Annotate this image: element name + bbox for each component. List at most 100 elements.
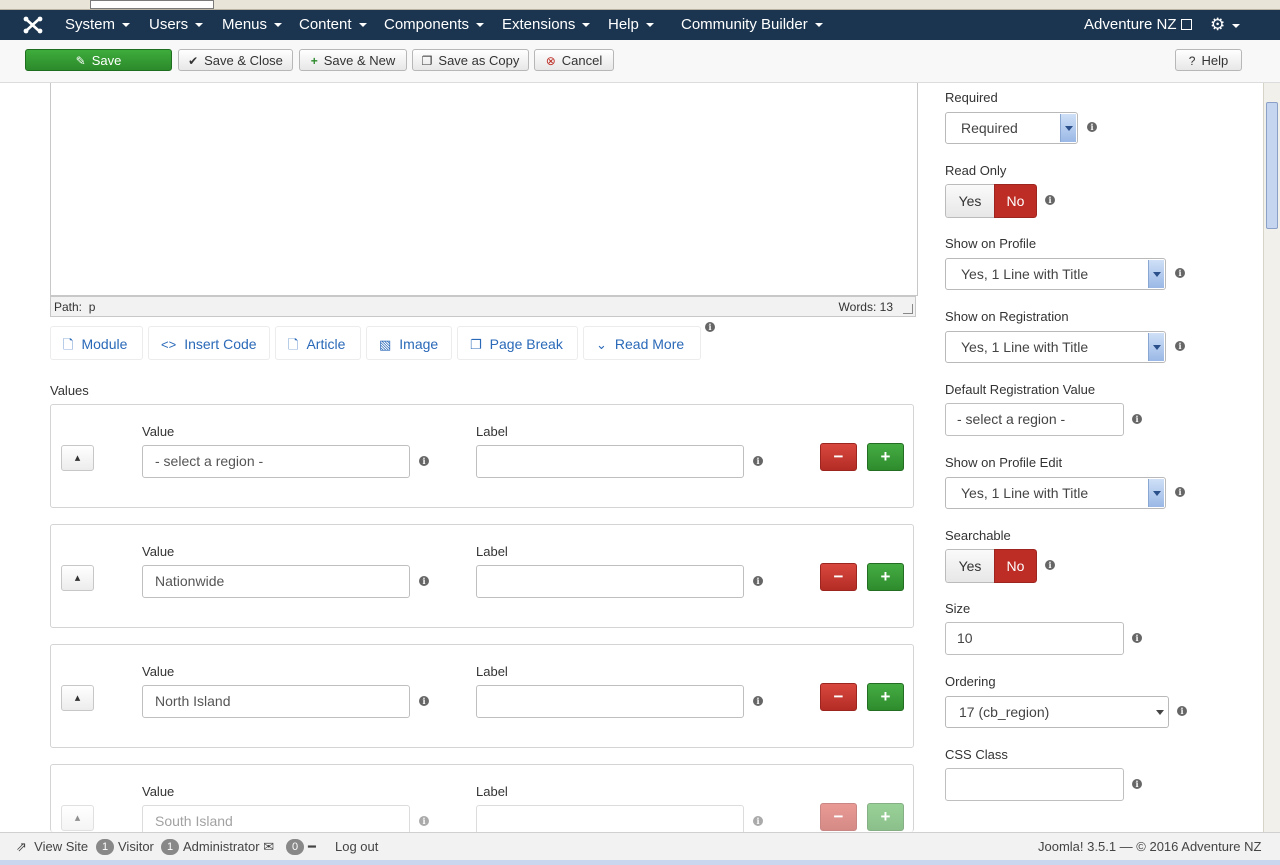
read-only-no-button[interactable]: No [994,184,1037,218]
minus-icon: − [833,687,844,706]
searchable-yes-button[interactable]: Yes [945,549,994,583]
help-button[interactable]: ? Help [1175,49,1242,71]
messages-indicator[interactable]: 0 ━ [286,833,316,861]
nav-settings[interactable]: ⚙ [1210,10,1241,40]
question-icon: ? [1188,54,1196,68]
info-icon[interactable]: i [1177,706,1187,716]
add-row-button[interactable]: + [867,803,904,831]
show-on-profile-select[interactable]: Yes, 1 Line with Title [945,258,1166,290]
nav-community-builder[interactable]: Community Builder [681,10,823,40]
nav-extensions[interactable]: Extensions [502,10,591,40]
drag-handle-icon[interactable]: ▴ [61,805,94,831]
ordering-select[interactable]: 17 (cb_region) [945,696,1169,728]
remove-row-button[interactable]: − [820,443,857,471]
searchable-no-button[interactable]: No [994,549,1037,583]
image-button[interactable]: ▧ Image [366,326,452,360]
nav-users[interactable]: Users [149,10,204,40]
info-icon[interactable]: i [705,322,715,332]
value-row: ▴ Value North Island i Label i − + [50,644,914,748]
info-icon[interactable]: i [753,816,763,826]
save-new-button[interactable]: + Save & New [299,49,407,71]
remove-row-button[interactable]: − [820,803,857,831]
nav-system-label: System [65,16,116,33]
article-button[interactable]: 🗋 Article [275,326,361,360]
info-icon[interactable]: i [1175,487,1185,497]
add-row-button[interactable]: + [867,443,904,471]
info-icon[interactable]: i [753,456,763,466]
info-icon[interactable]: i [1132,633,1142,643]
value-input[interactable]: South Island [142,805,410,832]
read-more-button[interactable]: ⌄ Read More [583,326,701,360]
css-class-input[interactable] [945,768,1124,801]
visitors-indicator: 1 Visitor [96,833,154,861]
info-icon[interactable]: i [1045,195,1055,205]
messages-count-badge: 0 [286,838,304,855]
save-copy-button[interactable]: ❐ Save as Copy [412,49,529,71]
nav-extensions-label: Extensions [502,16,576,33]
cancel-button[interactable]: ⊗ Cancel [534,49,614,71]
editor-path: Path: p [54,297,95,318]
remove-row-button[interactable]: − [820,683,857,711]
info-icon[interactable]: i [753,576,763,586]
show-on-profile-label: Show on Profile [945,236,1037,251]
info-icon[interactable]: i [753,696,763,706]
drag-handle-icon[interactable]: ▴ [61,565,94,591]
browser-bookmarks-sliver [0,0,1280,10]
add-row-button[interactable]: + [867,683,904,711]
nav-help[interactable]: Help [608,10,654,40]
info-icon[interactable]: i [419,696,429,706]
show-on-profile-edit-select[interactable]: Yes, 1 Line with Title [945,477,1166,509]
page-break-button[interactable]: ❐ Page Break [457,326,578,360]
horizontal-scrollbar[interactable] [0,860,1280,865]
label-input[interactable] [476,685,744,718]
save-copy-label: Save as Copy [438,53,520,68]
nav-system[interactable]: System [65,10,131,40]
info-icon[interactable]: i [419,456,429,466]
value-field-label: Value [142,664,175,679]
joomla-logo-icon[interactable] [22,15,44,35]
module-button[interactable]: 🗋 Module [50,326,143,360]
size-input[interactable]: 10 [945,622,1124,655]
view-site-link[interactable]: ⇗ View Site [16,833,88,861]
value-input[interactable]: Nationwide [142,565,410,598]
plus-icon: + [880,807,891,826]
info-icon[interactable]: i [419,576,429,586]
required-select[interactable]: Required [945,112,1078,144]
info-icon[interactable]: i [1175,341,1185,351]
drag-handle-icon[interactable]: ▴ [61,445,94,471]
read-only-yes-button[interactable]: Yes [945,184,994,218]
nav-site-link[interactable]: Adventure NZ [1084,10,1192,40]
save-close-button[interactable]: ✔ Save & Close [178,49,293,71]
nav-components[interactable]: Components [384,10,485,40]
read-only-toggle: Yes No [945,184,1037,218]
label-input[interactable] [476,805,744,832]
resize-grip-icon[interactable] [903,304,913,314]
info-icon[interactable]: i [1045,560,1055,570]
scrollbar-thumb[interactable] [1266,102,1278,229]
info-icon[interactable]: i [1132,414,1142,424]
logout-link[interactable]: Log out [335,833,378,861]
add-row-button[interactable]: + [867,563,904,591]
insert-code-button[interactable]: <> Insert Code [148,326,270,360]
label-input[interactable] [476,565,744,598]
info-icon[interactable]: i [419,816,429,826]
info-icon[interactable]: i [1132,779,1142,789]
nav-content[interactable]: Content [299,10,367,40]
show-on-registration-select[interactable]: Yes, 1 Line with Title [945,331,1166,363]
minus-icon: − [833,567,844,586]
drag-handle-icon[interactable]: ▴ [61,685,94,711]
editor-content-area[interactable] [50,83,918,296]
value-input[interactable]: - select a region - [142,445,410,478]
default-registration-value-input[interactable]: - select a region - [945,403,1124,436]
value-input[interactable]: North Island [142,685,410,718]
info-icon[interactable]: i [1175,268,1185,278]
value-row: ▴ Value Nationwide i Label i − + [50,524,914,628]
vertical-scrollbar[interactable] [1263,83,1280,832]
editor-path-value[interactable]: p [89,300,96,314]
label-input[interactable] [476,445,744,478]
nav-menus[interactable]: Menus [222,10,283,40]
save-button[interactable]: ✎ Save [25,49,172,71]
minus-icon: ━ [308,839,316,854]
remove-row-button[interactable]: − [820,563,857,591]
info-icon[interactable]: i [1087,122,1097,132]
